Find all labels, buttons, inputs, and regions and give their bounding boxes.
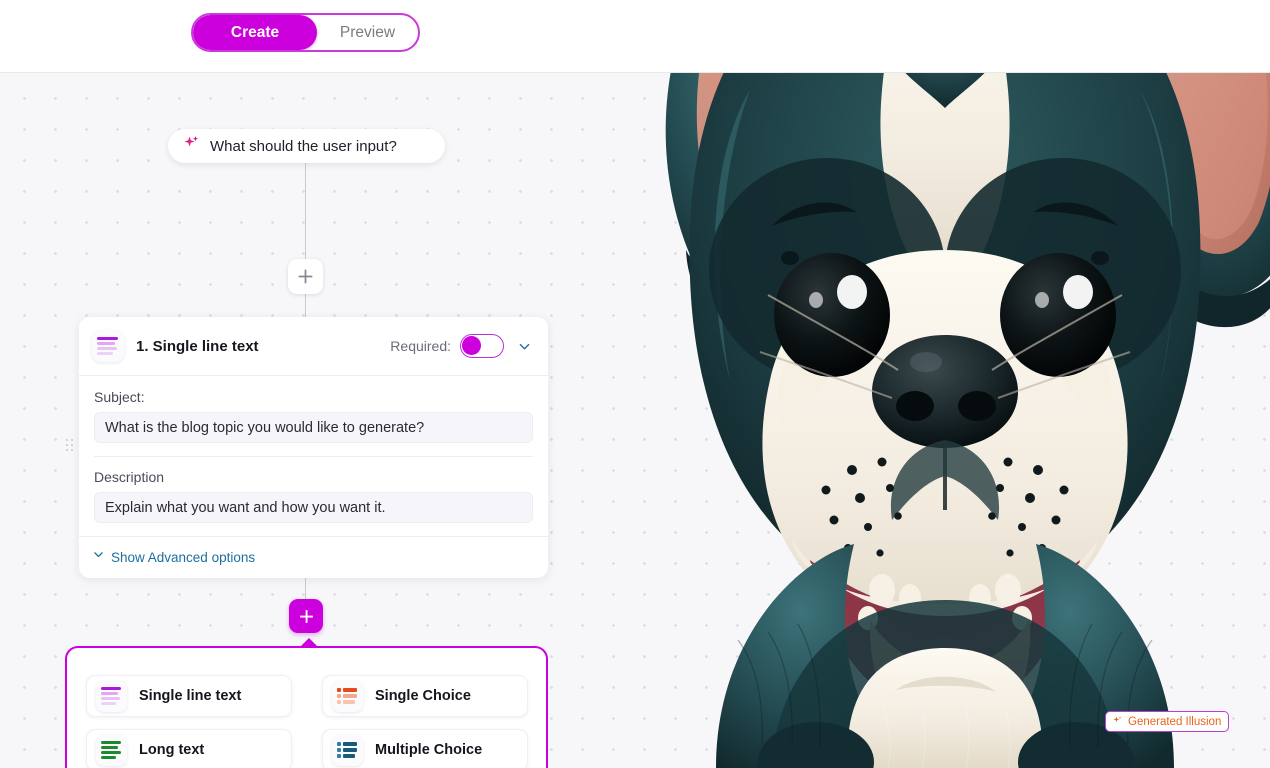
menu-item-label: Single Choice — [375, 688, 471, 704]
app-root: Create Preview What should the user inpu… — [0, 0, 1270, 768]
flow-canvas[interactable]: What should the user input? 1. Single li… — [0, 73, 1270, 768]
field-divider — [94, 456, 533, 457]
tab-preview[interactable]: Preview — [317, 15, 418, 50]
add-step-button-top[interactable] — [288, 259, 323, 294]
generated-illusion-text: Generated Illusion — [1128, 715, 1222, 728]
chevron-down-icon[interactable] — [515, 337, 533, 355]
required-toggle[interactable] — [460, 334, 504, 358]
plus-icon — [299, 609, 313, 623]
sparkle-icon — [182, 134, 201, 158]
description-label: Description — [94, 469, 165, 485]
generated-illusion-badge: Generated Illusion — [1105, 711, 1230, 732]
prompt-pill[interactable]: What should the user input? — [168, 129, 445, 163]
subject-input[interactable]: What is the blog topic you would like to… — [94, 412, 533, 443]
plus-icon — [298, 269, 313, 284]
top-bar: Create Preview — [0, 0, 1270, 73]
single-line-text-icon — [96, 680, 127, 712]
multiple-choice-icon — [332, 734, 363, 766]
chevron-down-icon — [92, 548, 105, 566]
question-card[interactable]: 1. Single line text Required: Subject: W… — [79, 317, 548, 578]
menu-item-label: Single line text — [139, 688, 242, 704]
long-text-icon — [96, 734, 127, 766]
question-card-header: 1. Single line text Required: — [79, 317, 548, 376]
show-advanced-options-text: Show Advanced options — [111, 549, 256, 565]
single-line-text-icon — [92, 330, 124, 362]
subject-label: Subject: — [94, 389, 145, 405]
card-drag-handle[interactable] — [66, 439, 74, 453]
tab-create[interactable]: Create — [193, 15, 317, 50]
connector-line — [305, 163, 306, 259]
add-step-button-active[interactable] — [289, 599, 323, 633]
connector-line — [305, 294, 306, 317]
single-choice-icon — [332, 680, 363, 712]
menu-item-label: Multiple Choice — [375, 742, 483, 758]
menu-item-label: Long text — [139, 742, 205, 758]
sparkle-icon — [1112, 713, 1123, 731]
menu-item-single-line-text[interactable]: Single line text — [86, 675, 292, 717]
question-card-body: Subject: What is the blog topic you woul… — [79, 376, 548, 523]
menu-item-single-choice[interactable]: Single Choice — [322, 675, 528, 717]
menu-item-long-text[interactable]: Long text — [86, 729, 292, 768]
menu-caret — [299, 638, 319, 648]
menu-item-multiple-choice[interactable]: Multiple Choice — [322, 729, 528, 768]
mode-segmented-control[interactable]: Create Preview — [191, 13, 420, 52]
description-input[interactable]: Explain what you want and how you want i… — [94, 492, 533, 523]
prompt-pill-text: What should the user input? — [210, 137, 397, 155]
question-card-title: 1. Single line text — [136, 337, 259, 355]
required-label: Required: — [390, 338, 451, 354]
show-advanced-options-link[interactable]: Show Advanced options — [79, 536, 548, 578]
question-type-menu[interactable]: Single line text Single Choice Long text… — [65, 638, 548, 768]
